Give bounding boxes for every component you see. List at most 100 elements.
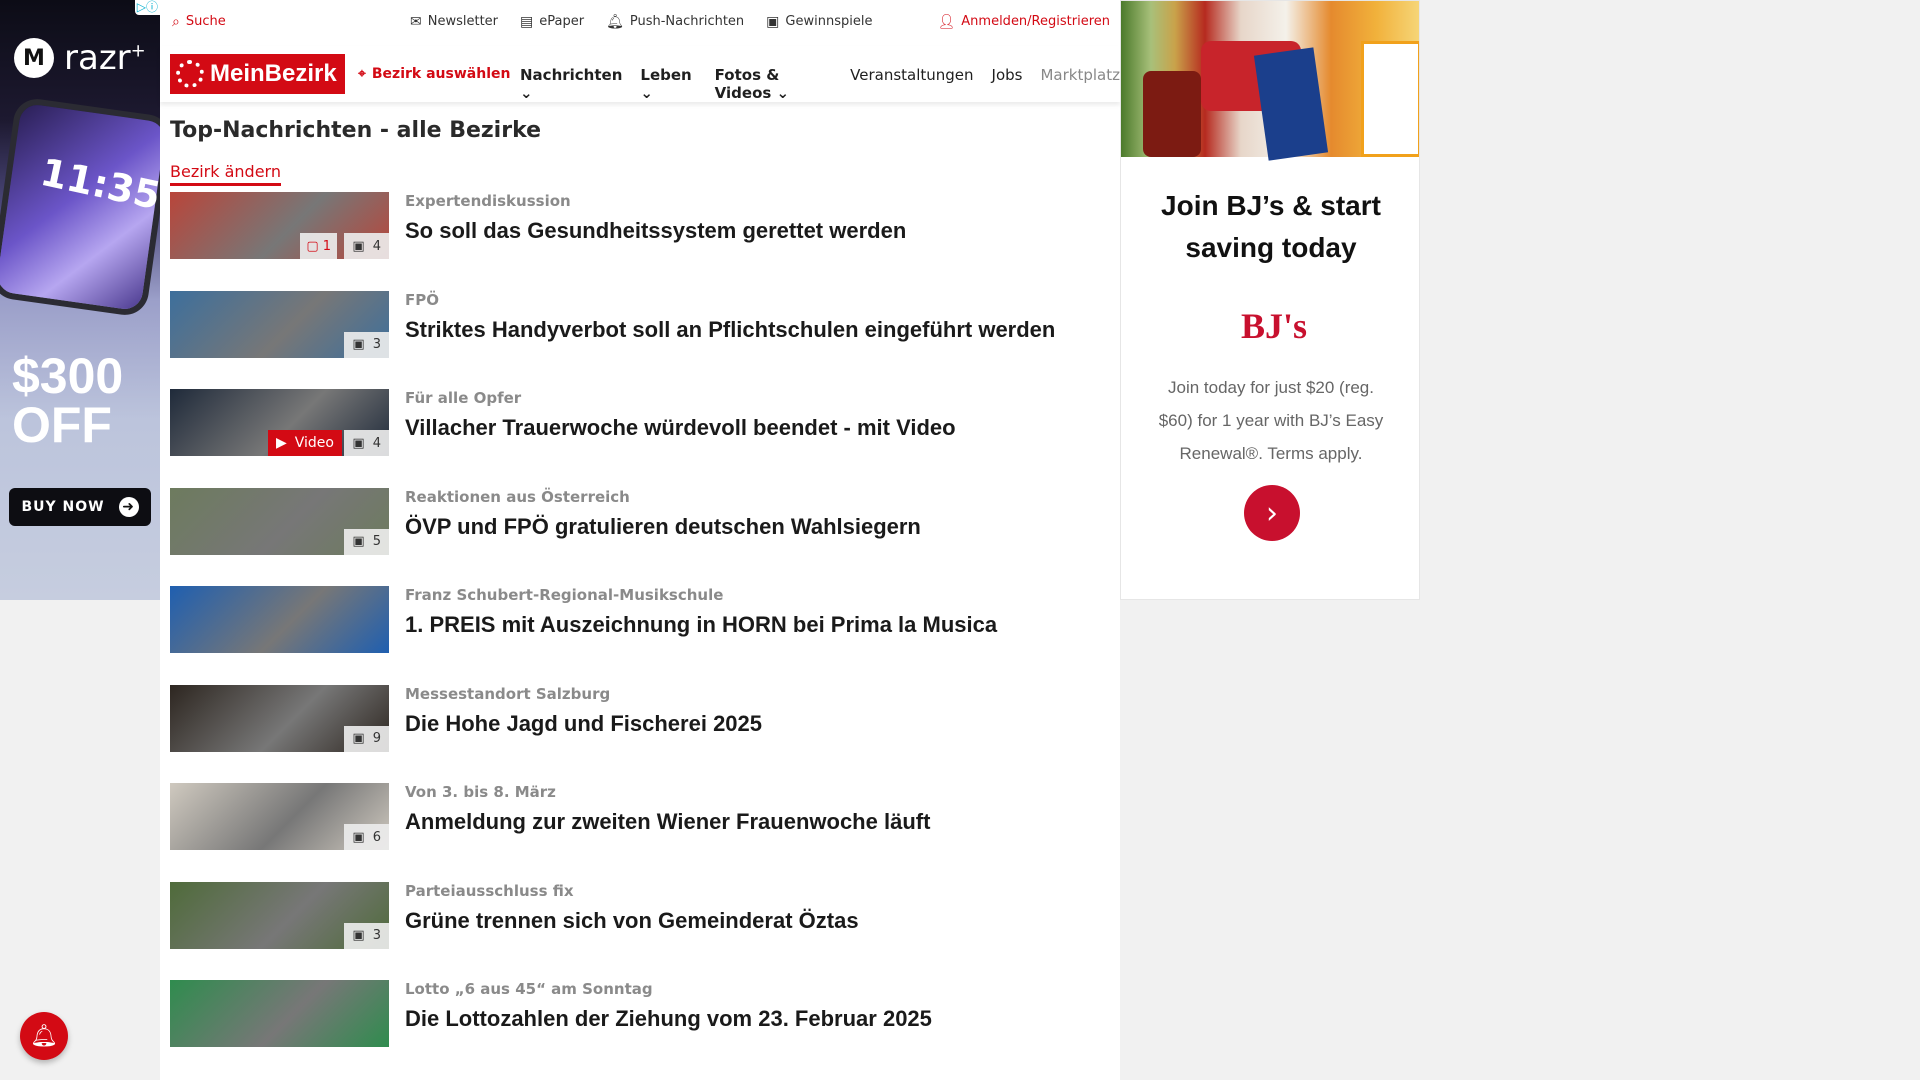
user-icon: 👤︎ <box>937 13 956 30</box>
nav-item-veranstaltungen[interactable]: Veranstaltungen <box>850 66 973 102</box>
article-kicker: Für alle Opfer <box>405 389 522 407</box>
article-thumbnail[interactable] <box>170 586 389 653</box>
article-thumbnail[interactable]: ▣ 3 <box>170 881 389 949</box>
motorola-logo-icon: M <box>14 38 54 78</box>
nav-item-marktplatz[interactable]: Marktplatz <box>1040 66 1120 102</box>
image-count: ▣ 3 <box>344 922 389 949</box>
image-count: ▣ 9 <box>344 725 389 752</box>
push-notifications-link[interactable]: 🔔︎ Push-Nachrichten <box>606 14 744 29</box>
chevron-down-icon: ⌄ <box>520 84 533 102</box>
main-navigation: MeinBezirk ⌖ Bezirk auswählen Nachrichte… <box>160 46 1120 102</box>
buy-now-button[interactable]: BUY NOW ➜ <box>9 488 151 526</box>
adchoices-icon[interactable]: ▷ⓘ <box>134 0 160 15</box>
image-icon: ▣ <box>352 238 365 254</box>
article-text: Expertendiskussion So soll das Gesundheit… <box>389 192 906 244</box>
chevron-right-icon[interactable]: › <box>1244 485 1300 541</box>
article-item[interactable]: ▣ 3 FPÖ Striktes Handyverbot soll an Pflich… <box>170 290 1110 390</box>
article-item[interactable]: ▢ 1 ▣ 4 Expertendiskussion So soll das Gesund… <box>170 192 1110 291</box>
top-utility-bar: ⌕ Suche ✉ Newsletter ▤ ePaper 🔔︎ Push-Nachr… <box>160 0 1120 46</box>
left-advertisement[interactable]: ▷ⓘ M razr+ 11:35 $300 OFF BUY NOW ➜ <box>0 0 160 600</box>
search-link[interactable]: ⌕ Suche <box>172 14 226 29</box>
article-kicker: Franz Schubert-Regional-Musikschule <box>405 586 724 604</box>
article-text: Lotto „6 aus 45“ am Sonntag Die Lottozahl… <box>389 980 932 1032</box>
bell-icon: 🔔︎ <box>606 13 624 30</box>
image-count: ▣ 6 <box>344 824 389 850</box>
nav-item-leben[interactable]: Leben ⌄ <box>640 66 696 102</box>
chevron-down-icon: ⌄ <box>640 84 653 102</box>
bjs-logo: BJ's <box>1241 306 1308 346</box>
article-list: ▢ 1 ▣ 4 Expertendiskussion So soll das Gesund… <box>170 192 1110 1079</box>
image-count: ▣ 5 <box>344 528 389 555</box>
article-title[interactable]: 1. PREIS mit Auszeichnung in HORN bei Pr… <box>405 612 997 638</box>
article-kicker: Messestandort Salzburg <box>405 684 611 703</box>
newsletter-link[interactable]: ✉ Newsletter <box>410 14 498 29</box>
article-item[interactable]: Lotto „6 aus 45“ am Sonntag Die Lottozahl… <box>170 980 1110 1079</box>
article-title[interactable]: ÖVP und FPÖ gratulieren deutschen Wahlsi… <box>405 514 921 540</box>
article-item[interactable]: ▣ 5 Reaktionen aus Österreich ÖVP und FPÖ g… <box>170 487 1110 587</box>
article-text: Für alle Opfer Villacher Trauerwoche würd… <box>389 389 956 441</box>
article-thumbnail[interactable]: ▣ 5 <box>170 487 389 555</box>
ad-brand: M razr+ <box>14 38 146 78</box>
login-link[interactable]: 👤︎ Anmelden/Registrieren <box>938 14 1111 29</box>
article-thumbnail[interactable] <box>170 980 389 1047</box>
article-title[interactable]: Striktes Handyverbot soll an Pflichtschu… <box>405 317 1055 343</box>
location-pin-icon: ⌖ <box>358 66 366 82</box>
article-thumbnail[interactable]: ▣ 9 <box>170 684 389 752</box>
article-title[interactable]: Anmeldung zur zweiten Wiener Frauenwoche… <box>405 809 930 835</box>
groceries-image <box>1121 1 1419 161</box>
ad-copy: Join today for just $20 (reg. $60) for 1… <box>1158 378 1384 463</box>
ad-brand-text: razr+ <box>64 38 146 78</box>
comment-count: ▢ 1 <box>300 233 337 259</box>
image-count: ▣ 3 <box>344 331 389 358</box>
article-item[interactable]: ▣ 3 Parteiausschluss fix Grüne trennen sich… <box>170 881 1110 981</box>
epaper-link[interactable]: ▤ ePaper <box>520 14 584 29</box>
image-icon: ▣ <box>352 731 365 746</box>
image-icon: ▣ <box>352 337 365 352</box>
article-kicker: Expertendiskussion <box>405 192 571 210</box>
article-title[interactable]: Villacher Trauerwoche würdevoll beendet … <box>405 415 956 441</box>
article-text: Reaktionen aus Österreich ÖVP und FPÖ gra… <box>389 488 921 540</box>
article-item[interactable]: ▣ 9 Messestandort Salzburg Die Hohe Jagd un… <box>170 684 1110 784</box>
image-icon: ▣ <box>352 928 365 943</box>
article-text: FPÖ Striktes Handyverbot soll an Pflichts… <box>389 291 1055 343</box>
nav-item-fotos-videos[interactable]: Fotos & Videos ⌄ <box>715 66 832 102</box>
article-text: Franz Schubert-Regional-Musikschule 1. PR… <box>389 586 997 638</box>
article-item[interactable]: ▶ Video ▣ 4 Für alle Opfer Villacher Trauerwo… <box>170 389 1110 488</box>
video-badge: ▶ Video <box>267 430 342 456</box>
article-title[interactable]: Grüne trennen sich von Gemeinderat Öztas <box>405 908 859 934</box>
gift-icon: ▣ <box>766 13 780 30</box>
article-item[interactable]: ▣ 6 Von 3. bis 8. März Anmeldung zur zweite… <box>170 783 1110 882</box>
select-district-button[interactable]: ⌖ Bezirk auswählen <box>358 66 510 82</box>
article-kicker: FPÖ <box>405 290 439 309</box>
main-content: ⌕ Suche ✉ Newsletter ▤ ePaper 🔔︎ Push-Nachr… <box>160 0 1120 1080</box>
article-thumbnail[interactable]: ▣ 3 <box>170 290 389 358</box>
play-icon: ▶ <box>275 435 287 451</box>
image-icon: ▣ <box>352 534 365 549</box>
article-item[interactable]: Franz Schubert-Regional-Musikschule 1. PR… <box>170 586 1110 685</box>
article-text: Parteiausschluss fix Grüne trennen sich v… <box>389 882 859 934</box>
article-text: Messestandort Salzburg Die Hohe Jagd und … <box>389 685 762 737</box>
chevron-down-icon: ⌄ <box>776 84 790 102</box>
article-thumbnail[interactable]: ▢ 1 ▣ 4 <box>170 192 389 259</box>
article-text: Von 3. bis 8. März Anmeldung zur zweiten … <box>389 783 930 835</box>
nav-item-jobs[interactable]: Jobs <box>992 66 1023 102</box>
image-count: ▣ 4 <box>344 233 389 259</box>
page-title: Top-Nachrichten - alle Bezirke <box>170 118 542 143</box>
giveaways-link[interactable]: ▣ Gewinnspiele <box>766 14 872 29</box>
image-icon: ▣ <box>352 435 365 451</box>
nav-item-nachrichten[interactable]: Nachrichten ⌄ <box>520 66 622 102</box>
right-advertisement[interactable]: ▷ⓘ Join BJ’s & start saving today BJ's J… <box>1120 0 1420 600</box>
meinbezirk-logo[interactable]: MeinBezirk <box>170 54 345 94</box>
notification-bell-button[interactable]: 🔔︎ <box>20 1012 68 1060</box>
article-title[interactable]: Die Lottozahlen der Ziehung vom 23. Febr… <box>405 1006 932 1032</box>
article-thumbnail[interactable]: ▣ 6 <box>170 783 389 850</box>
article-thumbnail[interactable]: ▶ Video ▣ 4 <box>170 389 389 456</box>
article-kicker: Parteiausschluss fix <box>405 881 574 900</box>
article-title[interactable]: So soll das Gesundheitssystem gerettet w… <box>405 218 906 244</box>
newspaper-icon: ▤ <box>520 13 534 30</box>
bell-icon: 🔔︎ <box>30 1023 58 1049</box>
change-district-link[interactable]: Bezirk ändern <box>170 162 281 186</box>
nav-items: Nachrichten ⌄ Leben ⌄ Fotos & Videos ⌄ V… <box>520 66 1120 102</box>
article-title[interactable]: Die Hohe Jagd und Fischerei 2025 <box>405 711 762 737</box>
utility-links: ✉ Newsletter ▤ ePaper 🔔︎ Push-Nachrichten ▣… <box>410 14 872 29</box>
